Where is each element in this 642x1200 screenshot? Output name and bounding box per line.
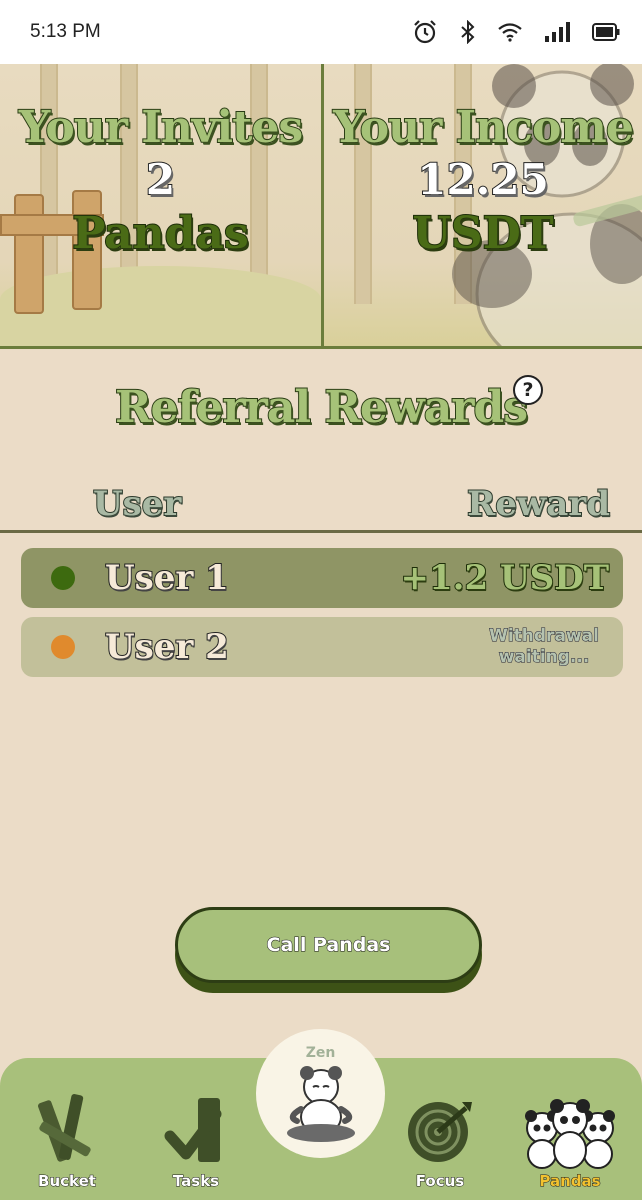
battery-icon <box>592 23 620 41</box>
status-icons <box>412 19 620 45</box>
user-column-header: User <box>92 483 182 525</box>
row-reward-amount: +1.2 USDT <box>400 557 610 599</box>
invites-text: Your Invites 2 Pandas <box>0 102 321 259</box>
income-title: Your Income <box>332 102 635 153</box>
status-bar: 5:13 PM <box>0 0 642 64</box>
meditating-panda-icon <box>286 1066 355 1142</box>
nav-tasks[interactable]: Tasks <box>141 1080 251 1191</box>
nav-zen[interactable]: Zen <box>256 1029 385 1158</box>
call-pandas-button[interactable]: Call Pandas <box>175 907 482 983</box>
tasks-check-icon <box>164 1098 222 1162</box>
invites-panel: Your Invites 2 Pandas <box>0 64 321 346</box>
status-dot <box>51 635 75 659</box>
nav-pandas[interactable]: Pandas <box>515 1080 625 1191</box>
referral-row[interactable]: User 1 +1.2 USDT <box>21 548 623 608</box>
divider <box>0 530 642 533</box>
invites-unit: Pandas <box>71 207 249 259</box>
nav-bucket[interactable]: Bucket <box>12 1080 122 1191</box>
nav-zen-label: Zen <box>305 1045 336 1061</box>
target-icon <box>408 1102 472 1162</box>
status-dot <box>51 566 75 590</box>
reward-column-header: Reward <box>466 483 611 525</box>
income-amount: 12.25 <box>416 155 550 206</box>
income-panel: Your Income 12.25 USDT <box>321 64 642 346</box>
signal-icon <box>545 22 570 42</box>
income-text: Your Income 12.25 USDT <box>324 102 642 259</box>
nav-tasks-label: Tasks <box>172 1172 220 1191</box>
nav-bucket-label: Bucket <box>38 1172 97 1191</box>
nav-focus[interactable]: Focus <box>385 1080 495 1191</box>
row-user-name: User 1 <box>104 557 230 599</box>
income-unit: USDT <box>411 207 554 259</box>
row-user-name: User 2 <box>104 626 230 668</box>
referral-row[interactable]: User 2 Withdrawal waiting... <box>21 617 623 677</box>
row-user-cell: User 1 <box>51 557 230 599</box>
row-user-cell: User 2 <box>51 626 230 668</box>
wifi-icon <box>498 23 522 42</box>
nav-pandas-label: Pandas <box>539 1172 601 1191</box>
referral-title: Referral Rewards <box>114 381 529 434</box>
nav-focus-label: Focus <box>415 1172 465 1191</box>
invites-title: Your Invites <box>18 102 304 153</box>
invites-count: 2 <box>145 155 176 206</box>
status-time: 5:13 PM <box>30 21 101 42</box>
bluetooth-icon <box>461 20 475 44</box>
alarm-icon <box>414 20 436 44</box>
bamboo-bucket-icon <box>38 1094 91 1162</box>
stats-header: Your Invites 2 Pandas Your Income 12.25 … <box>0 64 642 349</box>
grass-decor <box>0 266 321 346</box>
help-icon[interactable]: ? <box>513 375 543 405</box>
row-status: Withdrawal waiting... <box>489 626 600 668</box>
pandas-group-icon <box>525 1099 615 1169</box>
